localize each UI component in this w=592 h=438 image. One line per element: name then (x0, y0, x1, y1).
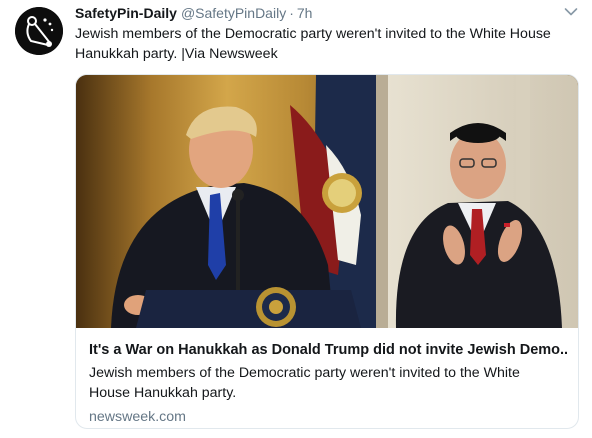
card-title[interactable]: It's a War on Hanukkah as Donald Trump d… (89, 341, 567, 360)
tweet-text: Jewish members of the Democratic party w… (75, 25, 575, 64)
card-image (76, 75, 578, 328)
timestamp[interactable]: 7h (297, 5, 313, 21)
separator-dot: · (289, 5, 294, 21)
link-card[interactable]: It's a War on Hanukkah as Donald Trump d… (75, 74, 579, 429)
card-description-line: House Hanukkah party. (89, 384, 237, 401)
display-name[interactable]: SafetyPin-Daily (75, 5, 177, 21)
chevron-down-icon (564, 8, 578, 16)
user-handle[interactable]: @SafetyPinDaily (181, 5, 286, 21)
card-description-line: Jewish members of the Democratic party w… (89, 365, 520, 381)
tweet-text-line: Hanukkah party. |Via Newsweek (75, 45, 278, 62)
safety-pin-logo-icon (15, 7, 63, 55)
tweet-header: SafetyPin-Daily @SafetyPinDaily · 7h (75, 5, 312, 23)
tweet-options-button[interactable] (564, 7, 578, 17)
tweet-text-line: Jewish members of the Democratic party w… (75, 26, 551, 42)
card-domain[interactable]: newsweek.com (89, 408, 567, 427)
tweet: SafetyPin-Daily @SafetyPinDaily · 7h Jew… (0, 0, 592, 438)
card-photo (76, 75, 578, 328)
avatar[interactable] (15, 7, 63, 55)
card-body: It's a War on Hanukkah as Donald Trump d… (76, 328, 578, 427)
card-description: Jewish members of the Democratic party w… (89, 364, 567, 403)
